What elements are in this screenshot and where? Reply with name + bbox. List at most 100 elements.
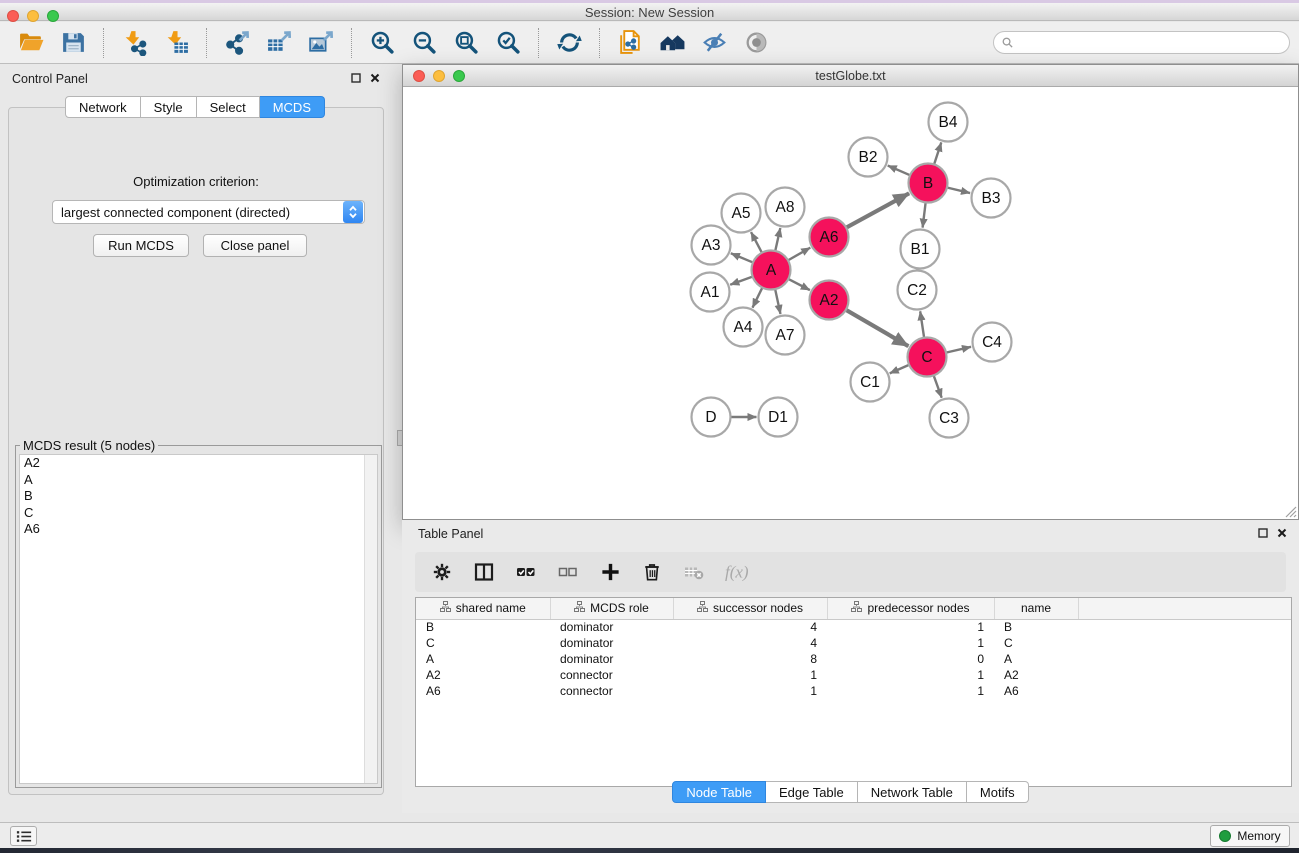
close-panel-icon[interactable] <box>370 73 380 83</box>
resize-grip-icon[interactable] <box>1283 504 1297 518</box>
edge-C-C2[interactable] <box>920 311 924 337</box>
node-A[interactable]: A <box>752 251 791 290</box>
node-A7[interactable]: A7 <box>766 316 805 355</box>
mcds-result-item[interactable]: A2 <box>20 455 377 472</box>
node-B3[interactable]: B3 <box>972 179 1011 218</box>
zoom-selected-button[interactable] <box>487 26 529 60</box>
node-C4[interactable]: C4 <box>973 323 1012 362</box>
node-A3[interactable]: A3 <box>692 226 731 265</box>
run-mcds-button[interactable]: Run MCDS <box>93 234 189 257</box>
export-table-button[interactable] <box>258 26 300 60</box>
node-C1[interactable]: C1 <box>851 363 890 402</box>
edge-B-B2[interactable] <box>888 166 910 175</box>
column-header-shared-name[interactable]: shared name <box>416 598 550 619</box>
edge-A-A4[interactable] <box>752 288 762 308</box>
node-C[interactable]: C <box>908 338 947 377</box>
node-B2[interactable]: B2 <box>849 138 888 177</box>
node-A1[interactable]: A1 <box>691 273 730 312</box>
edge-A-A5[interactable] <box>751 232 762 252</box>
edge-A-A3[interactable] <box>731 253 753 262</box>
edge-A-A8[interactable] <box>775 228 780 250</box>
import-network-button[interactable] <box>113 26 155 60</box>
node-A8[interactable]: A8 <box>766 188 805 227</box>
zoom-out-button[interactable] <box>403 26 445 60</box>
close-panel-button[interactable]: Close panel <box>203 234 307 257</box>
node-A6[interactable]: A6 <box>810 218 849 257</box>
tab-network[interactable]: Network <box>65 96 141 118</box>
select-all-button[interactable] <box>513 559 539 585</box>
memory-button[interactable]: Memory <box>1210 825 1290 847</box>
float-panel-icon[interactable] <box>351 73 361 83</box>
mcds-list-scrollbar[interactable] <box>364 455 377 783</box>
status-menu-button[interactable] <box>10 826 37 846</box>
show-details-button[interactable] <box>735 26 777 60</box>
node-D[interactable]: D <box>692 398 731 437</box>
column-header-MCDS-role[interactable]: MCDS role <box>550 598 673 619</box>
edge-C-C1[interactable] <box>890 365 909 373</box>
network-window-titlebar[interactable]: testGlobe.txt <box>403 65 1298 87</box>
mcds-result-item[interactable]: B <box>20 488 377 505</box>
node-D1[interactable]: D1 <box>759 398 798 437</box>
edge-A2-C[interactable] <box>846 310 908 346</box>
column-browser-button[interactable] <box>471 559 497 585</box>
edge-B-B4[interactable] <box>934 142 941 164</box>
table-row[interactable]: A2connector11A2 <box>416 667 1291 683</box>
table-row[interactable]: Bdominator41B <box>416 619 1291 635</box>
tab-style[interactable]: Style <box>141 96 197 118</box>
edge-B-B1[interactable] <box>923 203 926 228</box>
refresh-button[interactable] <box>548 26 590 60</box>
edge-A-A7[interactable] <box>775 290 780 314</box>
export-image-button[interactable] <box>300 26 342 60</box>
tab-edge-table[interactable]: Edge Table <box>766 781 858 803</box>
import-table-button[interactable] <box>155 26 197 60</box>
tab-mcds[interactable]: MCDS <box>260 96 325 118</box>
open-session-button[interactable] <box>10 26 52 60</box>
hide-details-button[interactable] <box>693 26 735 60</box>
tab-node-table[interactable]: Node Table <box>672 781 766 803</box>
close-table-panel-icon[interactable] <box>1277 528 1287 538</box>
mcds-result-item[interactable]: A <box>20 472 377 489</box>
add-row-button[interactable] <box>597 559 623 585</box>
node-A2[interactable]: A2 <box>810 281 849 320</box>
edge-C-C4[interactable] <box>946 347 971 353</box>
search-input[interactable] <box>1014 34 1289 52</box>
node-C3[interactable]: C3 <box>930 399 969 438</box>
delete-table-button[interactable] <box>681 559 707 585</box>
clone-network-button[interactable] <box>609 26 651 60</box>
window-titlebar[interactable]: Session: New Session <box>0 3 1299 21</box>
column-header-successor-nodes[interactable]: successor nodes <box>673 598 827 619</box>
network-graph[interactable]: A A1 A2 A3 A4 A5 A6 A7 A8 B B1 B2 B3B4 C C1 C2 C3C4 D D1 <box>403 87 1298 519</box>
mcds-result-list[interactable]: A2ABCA6 <box>19 454 378 784</box>
tab-motifs[interactable]: Motifs <box>967 781 1029 803</box>
settings-button[interactable] <box>429 559 455 585</box>
mcds-result-item[interactable]: A6 <box>20 521 377 538</box>
table-row[interactable]: Adominator80A <box>416 651 1291 667</box>
unselect-all-button[interactable] <box>555 559 581 585</box>
node-B1[interactable]: B1 <box>901 230 940 269</box>
edge-A6-B[interactable] <box>847 193 910 227</box>
table-row[interactable]: A6connector11A6 <box>416 683 1291 699</box>
tab-network-table[interactable]: Network Table <box>858 781 967 803</box>
column-header-name[interactable]: name <box>994 598 1078 619</box>
edge-C-C3[interactable] <box>934 376 942 398</box>
table-row[interactable]: Cdominator41C <box>416 635 1291 651</box>
node-A4[interactable]: A4 <box>724 308 763 347</box>
node-B[interactable]: B <box>909 164 948 203</box>
delete-row-button[interactable] <box>639 559 665 585</box>
float-table-panel-icon[interactable] <box>1258 528 1268 538</box>
mcds-result-item[interactable]: C <box>20 505 377 522</box>
edge-B-B3[interactable] <box>947 188 970 193</box>
save-session-button[interactable] <box>52 26 94 60</box>
home-view-button[interactable] <box>651 26 693 60</box>
edge-A-A1[interactable] <box>730 277 752 285</box>
edge-A-A2[interactable] <box>789 279 810 290</box>
node-C2[interactable]: C2 <box>898 271 937 310</box>
column-header-predecessor-nodes[interactable]: predecessor nodes <box>827 598 994 619</box>
criterion-select[interactable]: largest connected component (directed) <box>52 200 365 224</box>
network-canvas[interactable]: A A1 A2 A3 A4 A5 A6 A7 A8 B B1 B2 B3B4 C C1 C2 C3C4 D D1 <box>403 87 1298 519</box>
function-builder-button[interactable]: f(x) <box>723 559 767 585</box>
export-network-button[interactable] <box>216 26 258 60</box>
edge-A-A6[interactable] <box>788 248 810 260</box>
node-A5[interactable]: A5 <box>722 194 761 233</box>
node-B4[interactable]: B4 <box>929 103 968 142</box>
